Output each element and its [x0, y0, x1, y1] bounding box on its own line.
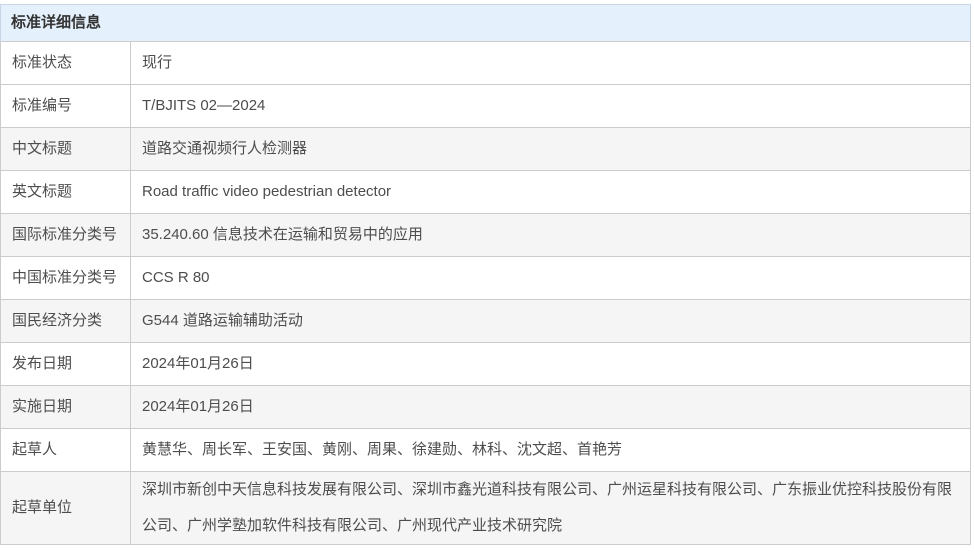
row-label: 标准编号	[1, 85, 131, 128]
row-value: 2024年01月26日	[131, 343, 971, 386]
row-label: 发布日期	[1, 343, 131, 386]
row-value: 黄慧华、周长军、王安国、黄刚、周果、徐建勋、林科、沈文超、首艳芳	[131, 429, 971, 472]
table-row: 标准编号 T/BJITS 02—2024	[1, 85, 971, 128]
standard-detail-panel: 标准详细信息 标准状态 现行 标准编号 T/BJITS 02—2024 中文标题…	[0, 4, 971, 545]
panel-title: 标准详细信息	[0, 4, 971, 42]
row-value: G544 道路运输辅助活动	[131, 300, 971, 343]
table-row: 中国标准分类号 CCS R 80	[1, 257, 971, 300]
row-value: CCS R 80	[131, 257, 971, 300]
row-label: 标准状态	[1, 42, 131, 85]
table-row: 标准状态 现行	[1, 42, 971, 85]
row-value: Road traffic video pedestrian detector	[131, 171, 971, 214]
table-row: 国民经济分类 G544 道路运输辅助活动	[1, 300, 971, 343]
row-value: 现行	[131, 42, 971, 85]
standard-info-table-body: 标准状态 现行 标准编号 T/BJITS 02—2024 中文标题 道路交通视频…	[1, 42, 971, 545]
row-label: 中国标准分类号	[1, 257, 131, 300]
table-row: 发布日期 2024年01月26日	[1, 343, 971, 386]
row-value: 深圳市新创中天信息科技发展有限公司、深圳市鑫光道科技有限公司、广州运星科技有限公…	[131, 472, 971, 545]
table-row: 起草人 黄慧华、周长军、王安国、黄刚、周果、徐建勋、林科、沈文超、首艳芳	[1, 429, 971, 472]
row-label: 英文标题	[1, 171, 131, 214]
row-label: 国际标准分类号	[1, 214, 131, 257]
row-value: 2024年01月26日	[131, 386, 971, 429]
table-row: 实施日期 2024年01月26日	[1, 386, 971, 429]
table-row: 起草单位 深圳市新创中天信息科技发展有限公司、深圳市鑫光道科技有限公司、广州运星…	[1, 472, 971, 545]
row-label: 起草人	[1, 429, 131, 472]
row-value: T/BJITS 02—2024	[131, 85, 971, 128]
table-row: 中文标题 道路交通视频行人检测器	[1, 128, 971, 171]
row-label: 中文标题	[1, 128, 131, 171]
table-row: 英文标题 Road traffic video pedestrian detec…	[1, 171, 971, 214]
row-value: 35.240.60 信息技术在运输和贸易中的应用	[131, 214, 971, 257]
row-label: 起草单位	[1, 472, 131, 545]
row-label: 国民经济分类	[1, 300, 131, 343]
table-row: 国际标准分类号 35.240.60 信息技术在运输和贸易中的应用	[1, 214, 971, 257]
row-label: 实施日期	[1, 386, 131, 429]
row-value: 道路交通视频行人检测器	[131, 128, 971, 171]
standard-info-table: 标准状态 现行 标准编号 T/BJITS 02—2024 中文标题 道路交通视频…	[0, 42, 971, 545]
